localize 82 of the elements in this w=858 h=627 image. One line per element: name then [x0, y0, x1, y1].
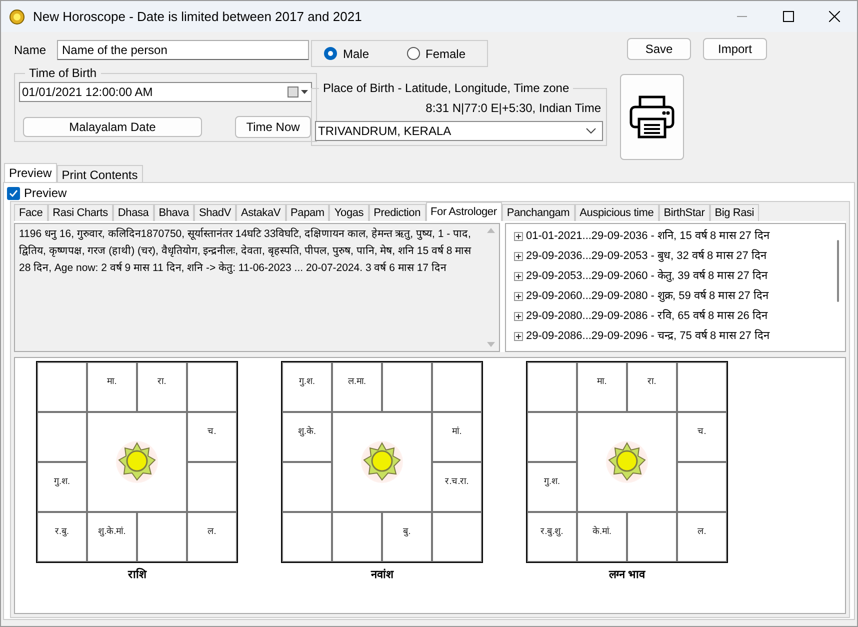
tree-item[interactable]: 29-09-2080...29-09-2086 - रवि, 65 वर्ष 8 मास 26 दिन	[514, 306, 831, 326]
chevron-down-icon	[586, 128, 596, 134]
group-legend: Time of Birth	[25, 64, 101, 82]
planet-label: र.बु.शु.	[540, 525, 564, 538]
group-legend: Place of Birth - Latitude, Longitude, Time zone	[319, 79, 574, 97]
sun-icon	[115, 440, 159, 484]
import-button[interactable]: Import	[703, 38, 767, 60]
place-dropdown[interactable]: TRIVANDRUM, KERALA	[315, 121, 603, 141]
planet-label: र.बु.	[54, 525, 69, 538]
tab[interactable]: ShadV	[194, 204, 236, 221]
gender-radio[interactable]: Male	[324, 44, 392, 62]
preview-label: Preview	[24, 185, 67, 202]
tab[interactable]: Big Rasi	[710, 204, 760, 221]
date-time-field[interactable]: 01/01/2021 12:00:00 AM	[19, 82, 312, 102]
planet-label: मां.	[452, 425, 462, 438]
expand-icon[interactable]	[514, 312, 523, 320]
tab[interactable]: Bhava	[154, 204, 194, 221]
tab[interactable]: Auspicious time	[574, 204, 659, 221]
tab[interactable]: Rasi Charts	[48, 204, 113, 221]
app-logo-icon	[9, 8, 25, 24]
planet-label: गु.श.	[298, 375, 315, 388]
save-button[interactable]: Save	[627, 38, 691, 60]
name-field[interactable]: Name of the person	[57, 40, 310, 60]
name-label: Name	[14, 42, 46, 59]
print-button[interactable]	[620, 74, 684, 160]
tree-item[interactable]: 29-09-2086...29-09-2096 - चन्द्र, 75 वर्ष 8 मास 27 दिन	[514, 326, 831, 346]
tab[interactable]: Prediction	[368, 204, 426, 221]
planet-label: बु.	[403, 525, 411, 538]
planet-label: ल.	[208, 525, 216, 538]
planet-label: रा.	[158, 375, 166, 388]
tab[interactable]: Face	[14, 204, 48, 221]
tab[interactable]: For Astrologer	[426, 202, 502, 221]
sun-icon	[360, 440, 404, 484]
expand-icon[interactable]	[514, 332, 523, 340]
planet-label: र.च.रा.	[445, 475, 469, 488]
planet-label: रा.	[648, 375, 656, 388]
planet-label: च.	[208, 425, 216, 438]
scroll-up-icon	[486, 228, 494, 233]
tab[interactable]: Print Contents	[56, 165, 143, 182]
chart-caption: नवांश	[371, 568, 393, 583]
minimize-icon	[737, 16, 747, 17]
printer-icon	[628, 93, 676, 141]
window-title: New Horoscope - Date is limited between 2017 and 2021	[33, 8, 362, 26]
tree-item[interactable]: 01-01-2021...29-09-2036 - शनि, 15 वर्ष 8 मास 27 दिन	[514, 226, 831, 246]
planet-label: मा.	[597, 375, 607, 388]
expand-icon[interactable]	[514, 232, 523, 240]
chart-caption: लग्न भाव	[608, 568, 646, 583]
coordinates-text: 8:31 N|77:0 E|+5:30, Indian Time	[424, 100, 602, 117]
scroll-down-icon	[486, 342, 494, 347]
tab[interactable]: AstakaV	[236, 204, 286, 221]
sun-icon	[605, 440, 649, 484]
close-icon	[828, 11, 840, 22]
planet-label: च.	[698, 425, 706, 438]
tab[interactable]: Papam	[286, 204, 330, 221]
maximize-icon	[782, 11, 794, 22]
expand-icon[interactable]	[514, 272, 523, 280]
preview-checkbox[interactable]	[7, 186, 20, 200]
details-text: 1196 धनु 16, गुरुवार, कलिदिन1870750, सूर्यास्तानंतर 14घटि 33विघटि, दक्षिणायन काल, हेमन्त ऋतु, पुष्य, 1 - पाद, द्वितिय, कृष्णपक्ष, गरज (हाथी) (चर), वैधृतियोग, इन्द्रनीलः, देवता, बृहस्पति, पीपल, पुरुष, पानि, मेष, शनि 15 वर्ष 8 मास 28 दिन, Age now: 2 वर्ष 9 मास 11 दिन, शनि -> केतु: 11-06-2023 ... 20-07-2024. 3 वर्ष 6 मास 17 दिन	[18, 226, 472, 276]
tree-item[interactable]: 29-09-2060...29-09-2080 - शुक्र, 59 वर्ष 8 मास 27 दिन	[514, 286, 831, 306]
tab[interactable]: Dhasa	[112, 204, 154, 221]
planet-label: ल.	[698, 525, 706, 538]
time-now-button[interactable]: Time Now	[235, 116, 311, 138]
tab[interactable]: Panchangam	[502, 204, 575, 221]
tree-item[interactable]: 29-09-2053...29-09-2060 - केतु, 39 वर्ष 8 मास 27 दिन	[514, 266, 831, 286]
malayalam-date-button[interactable]: Malayalam Date	[23, 117, 202, 137]
planet-label: के.मां.	[592, 525, 612, 538]
planet-label: मा.	[107, 375, 117, 388]
expand-icon[interactable]	[514, 252, 523, 260]
house-cell	[282, 512, 332, 562]
chart-caption: राशि	[128, 567, 146, 583]
gender-radio[interactable]: Female	[406, 44, 475, 62]
planet-label: गु.श.	[54, 475, 70, 488]
tree-item[interactable]: 29-09-2036...29-09-2053 - बुध, 32 वर्ष 8 मास 27 दिन	[514, 246, 831, 266]
tab[interactable]: BirthStar	[658, 204, 710, 221]
tab[interactable]: Preview	[4, 163, 57, 182]
tab[interactable]: Yogas	[329, 204, 369, 221]
planet-label: शु.के.	[298, 425, 316, 438]
calendar-dropdown-icon	[287, 86, 309, 98]
planet-label: शु.के.मां.	[98, 525, 126, 538]
expand-icon[interactable]	[514, 292, 523, 300]
planet-label: गु.श.	[544, 475, 560, 488]
planet-label: ल.मा.	[348, 375, 366, 388]
